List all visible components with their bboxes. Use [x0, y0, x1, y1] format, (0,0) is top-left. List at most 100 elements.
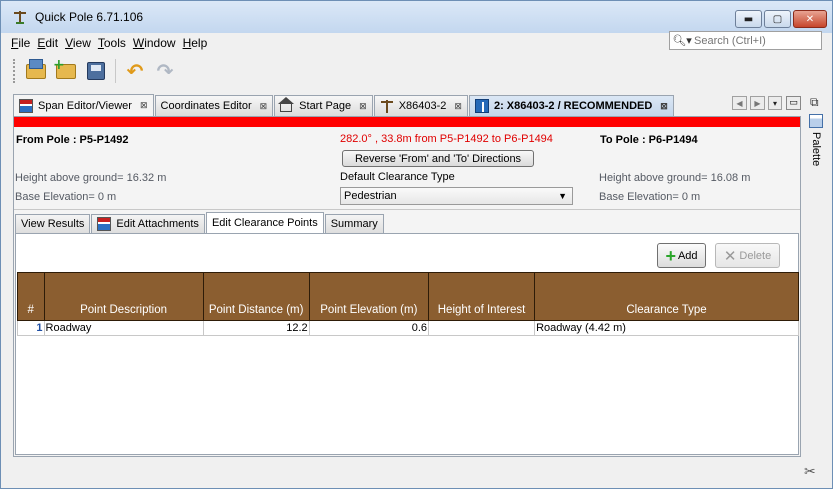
recommended-icon: [474, 99, 489, 113]
divider: [14, 209, 800, 210]
to-base-elevation-label: Base Elevation= 0 m: [599, 191, 701, 203]
title-bar: Quick Pole 6.71.106 ▬ ▢ ✕: [1, 1, 832, 33]
window-controls: ▬ ▢ ✕: [735, 10, 827, 28]
tab-edit-clearance-points[interactable]: Edit Clearance Points: [205, 212, 324, 233]
column-header-number[interactable]: #: [17, 272, 45, 321]
new-folder-icon: [53, 57, 76, 79]
toolbar-grip[interactable]: [13, 59, 17, 83]
column-header-distance[interactable]: Point Distance (m): [202, 272, 310, 321]
tab-span-editor[interactable]: Span Editor/Viewer ⊠: [13, 94, 154, 116]
default-clearance-type-select[interactable]: Pedestrian ▼: [340, 187, 573, 205]
new-folder-button[interactable]: [51, 57, 81, 85]
tab-summary[interactable]: Summary: [324, 214, 384, 233]
from-base-elevation-label: Base Elevation= 0 m: [15, 191, 117, 203]
magnifier-icon[interactable]: 🔍︎▾: [670, 32, 694, 49]
cell-distance[interactable]: 12.2: [202, 320, 310, 336]
maximize-editor-button[interactable]: ▭: [786, 96, 801, 110]
menu-help[interactable]: Help: [183, 36, 208, 50]
clearance-points-table: # Point Description Point Distance (m) P…: [17, 272, 799, 336]
column-header-description[interactable]: Point Description: [43, 272, 204, 321]
pole-icon: [380, 99, 394, 113]
cell-description[interactable]: Roadway: [43, 320, 204, 336]
open-project-icon: [26, 58, 46, 79]
palette-icon: [809, 114, 823, 128]
cell-height-of-interest[interactable]: [428, 320, 536, 336]
close-button[interactable]: ✕: [793, 10, 827, 28]
tab-list-dropdown[interactable]: ▾: [768, 96, 782, 110]
undo-button[interactable]: ↶: [120, 57, 150, 85]
to-pole-label: To Pole : P6-P1494: [600, 134, 698, 146]
editor-tab-strip: Span Editor/Viewer ⊠ Coordinates Editor …: [13, 94, 801, 116]
save-icon: [87, 62, 105, 80]
delete-button[interactable]: ✕ Delete: [715, 243, 780, 268]
wrench-icon[interactable]: ✂: [804, 464, 816, 480]
tab-close-icon[interactable]: ⊠: [454, 101, 462, 112]
selected-clearance-type: Pedestrian: [344, 190, 397, 202]
search-input[interactable]: [694, 34, 814, 47]
add-label: Add: [677, 249, 698, 262]
tab-label: Coordinates Editor: [160, 100, 252, 112]
tab-close-icon[interactable]: ⊠: [140, 100, 148, 111]
maximize-button[interactable]: ▢: [764, 10, 791, 28]
status-bar: [1, 457, 832, 488]
column-header-clearance-type[interactable]: Clearance Type: [534, 272, 799, 321]
open-project-button[interactable]: [21, 57, 51, 85]
tab-coordinates-editor[interactable]: Coordinates Editor ⊠: [154, 95, 274, 116]
menu-view[interactable]: View: [65, 36, 91, 50]
restore-window-icon[interactable]: ⧉: [810, 95, 819, 110]
table-row[interactable]: 1 Roadway 12.2 0.6 Roadway (4.42 m): [17, 320, 799, 336]
tab-pole-x86403-2[interactable]: X86403-2 ⊠: [373, 95, 468, 116]
redo-icon: ↷: [156, 59, 174, 83]
cell-elevation[interactable]: 0.6: [308, 320, 430, 336]
span-info: 282.0° , 33.8m from P5-P1492 to P6-P1494: [340, 133, 553, 145]
tab-label: Start Page: [299, 100, 352, 112]
cell-clearance-type[interactable]: Roadway (4.42 m): [534, 320, 799, 336]
clearance-points-panel: + Add ✕ Delete # Point Description Point…: [15, 233, 799, 455]
add-icon: +: [665, 245, 676, 266]
menu-window[interactable]: Window: [133, 36, 176, 50]
tab-label: 2: X86403-2 / RECOMMENDED: [493, 100, 653, 112]
column-header-height-of-interest[interactable]: Height of Interest: [428, 272, 536, 321]
minimize-button[interactable]: ▬: [735, 10, 762, 28]
tab-edit-attachments[interactable]: Edit Attachments: [91, 214, 205, 233]
palette-label: Palette: [810, 132, 822, 167]
tab-label: Span Editor/Viewer: [38, 99, 132, 112]
column-header-elevation[interactable]: Point Elevation (m): [308, 272, 430, 321]
undo-icon: ↶: [126, 59, 144, 83]
tab-recommended[interactable]: 2: X86403-2 / RECOMMENDED ⊠: [468, 95, 674, 116]
scroll-right-button[interactable]: ▶: [750, 96, 765, 110]
span-subtabs: View Results Edit Attachments Edit Clear…: [15, 212, 385, 233]
row-number: 1: [17, 320, 45, 336]
span-editor-panel: From Pole : P5-P1492 282.0° , 33.8m from…: [13, 116, 801, 457]
span-status-bar: [14, 117, 800, 127]
to-height-label: Height above ground= 16.08 m: [599, 172, 751, 184]
default-clearance-type-label: Default Clearance Type: [340, 171, 455, 183]
menu-edit[interactable]: Edit: [37, 36, 58, 50]
palette-side-tab[interactable]: Palette: [805, 114, 827, 174]
tab-label: X86403-2: [398, 100, 447, 112]
from-height-label: Height above ground= 16.32 m: [15, 172, 167, 184]
span-icon: [19, 98, 33, 113]
tab-start-page[interactable]: Start Page ⊠: [274, 95, 373, 116]
tab-close-icon[interactable]: ⊠: [660, 101, 668, 112]
menu-file[interactable]: File: [11, 36, 30, 50]
app-pole-icon: [12, 9, 28, 25]
delete-icon: ✕: [723, 247, 737, 265]
tab-close-icon[interactable]: ⊠: [359, 101, 367, 112]
tab-view-results[interactable]: View Results: [15, 214, 91, 233]
from-pole-label: From Pole : P5-P1492: [16, 134, 129, 146]
add-button[interactable]: + Add: [657, 243, 706, 268]
toolbar-separator: [115, 59, 116, 83]
main-toolbar: ↶ ↷: [1, 54, 832, 88]
delete-label: Delete: [739, 249, 772, 262]
house-icon: [278, 97, 295, 113]
application-window: Quick Pole 6.71.106 ▬ ▢ ✕ File Edit View…: [0, 0, 833, 489]
redo-button[interactable]: ↷: [150, 57, 180, 85]
table-header-row: # Point Description Point Distance (m) P…: [17, 272, 799, 321]
menu-tools[interactable]: Tools: [98, 36, 126, 50]
quick-search: 🔍︎▾: [669, 31, 822, 50]
tab-close-icon[interactable]: ⊠: [260, 101, 268, 112]
reverse-directions-button[interactable]: Reverse 'From' and 'To' Directions: [342, 150, 534, 167]
scroll-left-button[interactable]: ◀: [732, 96, 747, 110]
save-all-button[interactable]: [81, 57, 111, 85]
